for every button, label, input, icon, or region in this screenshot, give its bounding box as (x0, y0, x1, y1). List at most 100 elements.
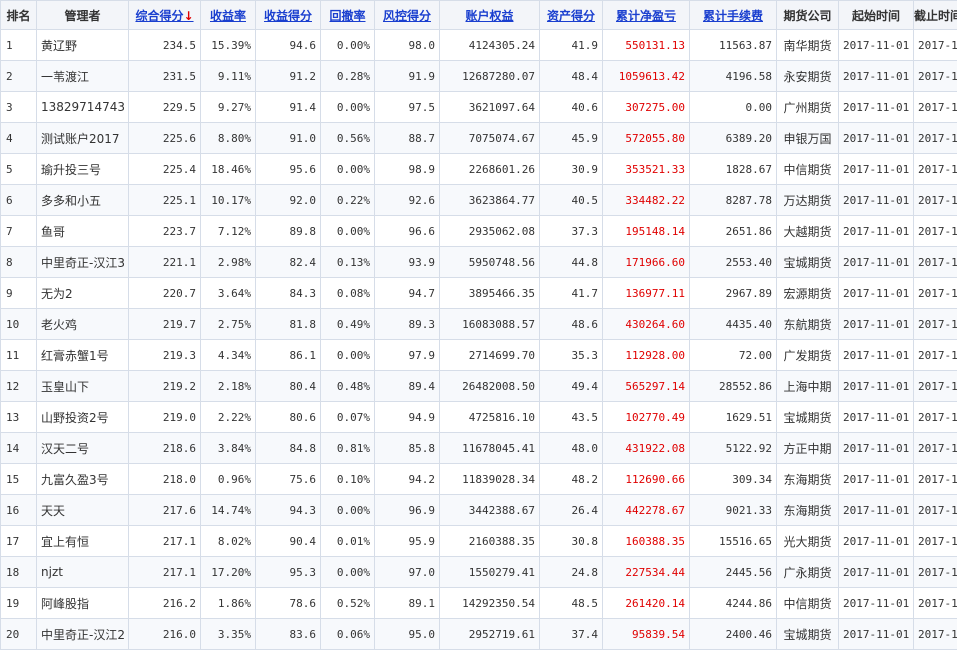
cell-score: 216.0 (129, 619, 201, 650)
cell-company: 万达期货 (777, 185, 839, 216)
cell-equity: 11678045.41 (440, 433, 540, 464)
table-row: 10老火鸡219.72.75%81.80.49%89.316083088.574… (1, 309, 957, 340)
cell-return-rate: 3.84% (201, 433, 256, 464)
header-equity-sort[interactable]: 账户权益 (440, 1, 540, 30)
cell-manager: 汉天二号 (37, 433, 129, 464)
header-asset-score-sort[interactable]: 资产得分 (540, 1, 603, 30)
cell-return-rate: 2.75% (201, 309, 256, 340)
cell-return-rate: 2.18% (201, 371, 256, 402)
cell-start: 2017-11-01 (839, 185, 914, 216)
cell-end: 2017-11-08 (914, 216, 957, 247)
cell-manager: 红膏赤蟹1号 (37, 340, 129, 371)
header-net-pl-sort[interactable]: 累计净盈亏 (603, 1, 690, 30)
cell-equity: 4725816.10 (440, 402, 540, 433)
cell-start: 2017-11-01 (839, 619, 914, 650)
table-row: 17宜上有恒217.18.02%90.40.01%95.92160388.353… (1, 526, 957, 557)
cell-company: 宝城期货 (777, 402, 839, 433)
cell-drawdown: 0.00% (321, 557, 375, 588)
cell-company: 东海期货 (777, 464, 839, 495)
cell-equity: 11839028.34 (440, 464, 540, 495)
table-row: 313829714743229.59.27%91.40.00%97.536210… (1, 92, 957, 123)
cell-return-rate: 18.46% (201, 154, 256, 185)
cell-manager: 老火鸡 (37, 309, 129, 340)
cell-manager: 天天 (37, 495, 129, 526)
cell-end: 2017-11-08 (914, 247, 957, 278)
cell-fees: 72.00 (690, 340, 777, 371)
cell-rank: 18 (1, 557, 37, 588)
cell-return-score: 75.6 (256, 464, 321, 495)
cell-start: 2017-11-01 (839, 61, 914, 92)
cell-drawdown: 0.00% (321, 495, 375, 526)
cell-asset-score: 41.9 (540, 30, 603, 61)
cell-net-pl: 160388.35 (603, 526, 690, 557)
cell-risk-score: 97.0 (375, 557, 440, 588)
cell-return-rate: 10.17% (201, 185, 256, 216)
cell-return-score: 80.4 (256, 371, 321, 402)
header-drawdown-sort[interactable]: 回撤率 (321, 1, 375, 30)
cell-end: 2017-11-08 (914, 185, 957, 216)
cell-return-rate: 17.20% (201, 557, 256, 588)
header-return-score-sort[interactable]: 收益得分 (256, 1, 321, 30)
cell-score: 218.0 (129, 464, 201, 495)
cell-risk-score: 89.3 (375, 309, 440, 340)
cell-end: 2017-11-08 (914, 61, 957, 92)
cell-fees: 4435.40 (690, 309, 777, 340)
header-fees-sort[interactable]: 累计手续费 (690, 1, 777, 30)
cell-risk-score: 98.9 (375, 154, 440, 185)
cell-return-rate: 3.35% (201, 619, 256, 650)
cell-return-score: 80.6 (256, 402, 321, 433)
cell-score: 234.5 (129, 30, 201, 61)
cell-fees: 2651.86 (690, 216, 777, 247)
cell-score: 219.0 (129, 402, 201, 433)
cell-return-rate: 8.80% (201, 123, 256, 154)
cell-net-pl: 430264.60 (603, 309, 690, 340)
cell-fees: 6389.20 (690, 123, 777, 154)
cell-manager: 测试账户2017 (37, 123, 129, 154)
table-row: 19阿峰股指216.21.86%78.60.52%89.114292350.54… (1, 588, 957, 619)
header-return-rate-sort[interactable]: 收益率 (201, 1, 256, 30)
cell-return-score: 94.6 (256, 30, 321, 61)
header-score-sort[interactable]: 综合得分↓ (129, 1, 201, 30)
cell-manager: 瑜升投三号 (37, 154, 129, 185)
cell-net-pl: 136977.11 (603, 278, 690, 309)
cell-return-score: 91.0 (256, 123, 321, 154)
cell-manager: 山野投资2号 (37, 402, 129, 433)
cell-net-pl: 550131.13 (603, 30, 690, 61)
cell-start: 2017-11-01 (839, 526, 914, 557)
cell-asset-score: 37.3 (540, 216, 603, 247)
table-body: 1黄辽野234.515.39%94.60.00%98.04124305.2441… (1, 30, 957, 650)
cell-risk-score: 94.7 (375, 278, 440, 309)
cell-start: 2017-11-01 (839, 371, 914, 402)
cell-manager: 多多和小五 (37, 185, 129, 216)
cell-end: 2017-11-08 (914, 526, 957, 557)
cell-end: 2017-11-08 (914, 433, 957, 464)
cell-return-score: 89.8 (256, 216, 321, 247)
cell-start: 2017-11-01 (839, 123, 914, 154)
cell-fees: 4244.86 (690, 588, 777, 619)
cell-start: 2017-11-01 (839, 247, 914, 278)
cell-score: 225.1 (129, 185, 201, 216)
cell-rank: 8 (1, 247, 37, 278)
cell-drawdown: 0.00% (321, 340, 375, 371)
cell-return-rate: 8.02% (201, 526, 256, 557)
cell-asset-score: 41.7 (540, 278, 603, 309)
cell-net-pl: 565297.14 (603, 371, 690, 402)
cell-start: 2017-11-01 (839, 464, 914, 495)
cell-score: 231.5 (129, 61, 201, 92)
cell-manager: 无为2 (37, 278, 129, 309)
cell-return-score: 84.3 (256, 278, 321, 309)
table-row: 2一苇渡江231.59.11%91.20.28%91.912687280.074… (1, 61, 957, 92)
cell-drawdown: 0.10% (321, 464, 375, 495)
cell-drawdown: 0.13% (321, 247, 375, 278)
header-risk-score-sort[interactable]: 风控得分 (375, 1, 440, 30)
cell-manager: 九富久盈3号 (37, 464, 129, 495)
cell-drawdown: 0.49% (321, 309, 375, 340)
cell-end: 2017-11-08 (914, 340, 957, 371)
table-row: 14汉天二号218.63.84%84.80.81%85.811678045.41… (1, 433, 957, 464)
cell-rank: 16 (1, 495, 37, 526)
cell-equity: 2268601.26 (440, 154, 540, 185)
cell-asset-score: 45.9 (540, 123, 603, 154)
cell-drawdown: 0.01% (321, 526, 375, 557)
cell-company: 上海中期 (777, 371, 839, 402)
cell-risk-score: 89.4 (375, 371, 440, 402)
